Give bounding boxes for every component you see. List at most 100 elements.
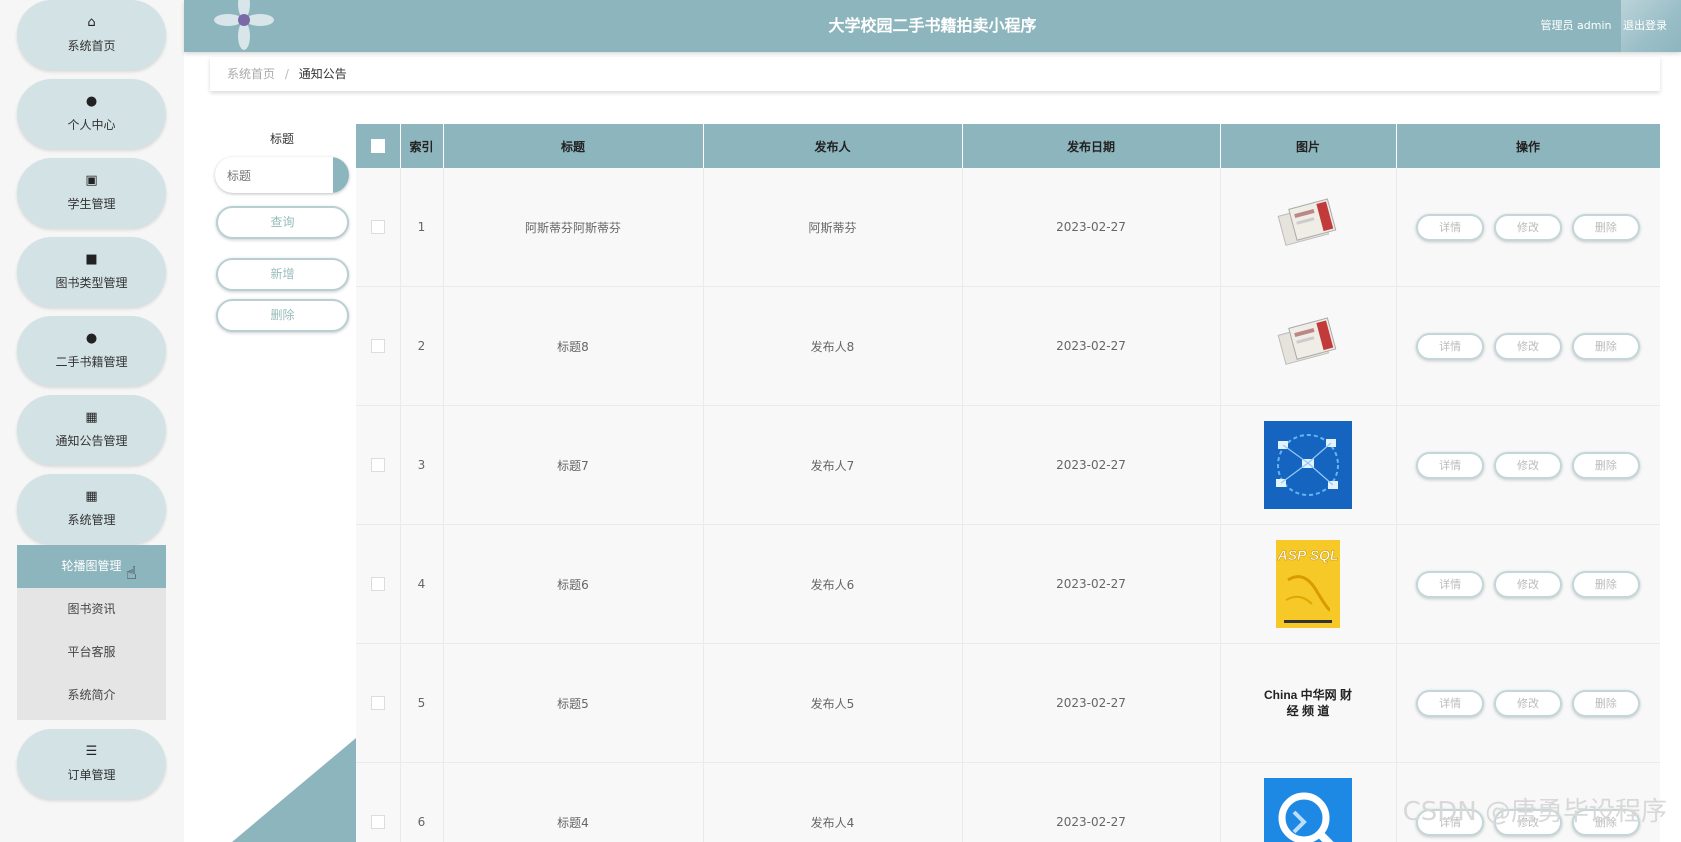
submenu-item-book-news[interactable]: 图书资讯	[17, 588, 166, 631]
delete-button[interactable]: 删除	[1571, 213, 1640, 241]
sidebar-item-second-hand-books[interactable]: ● 二手书籍管理	[17, 316, 166, 386]
detail-button[interactable]: 详情	[1416, 808, 1485, 836]
cell-publisher: 发布人6	[703, 524, 963, 644]
detail-button[interactable]: 详情	[1416, 451, 1485, 479]
row-checkbox[interactable]	[370, 458, 385, 473]
table-row: 2 标题8 发布人8 2023-02-27 详情 修改 删除	[356, 286, 1660, 406]
search-title-input[interactable]	[215, 157, 339, 193]
select-all-cell	[356, 124, 401, 168]
cell-date: 2023-02-27	[962, 286, 1221, 406]
sidebar-item-notices[interactable]: ▦ 通知公告管理	[17, 395, 166, 465]
breadcrumb-separator: /	[284, 67, 289, 81]
cell-title: 标题7	[443, 405, 704, 525]
video-icon: ■	[85, 252, 98, 267]
cell-publisher: 发布人5	[703, 643, 963, 763]
clipboard-icon: ▣	[85, 173, 98, 188]
breadcrumb-home-link[interactable]: 系统首页	[227, 67, 275, 81]
select-all-checkbox[interactable]	[370, 139, 385, 154]
delete-button[interactable]: 删除	[1571, 332, 1640, 360]
detail-button[interactable]: 详情	[1416, 570, 1485, 598]
cell-index: 3	[400, 405, 444, 525]
hand-cursor-icon: ☝	[126, 563, 137, 584]
table-row: 3 标题7 发布人7 2023-02-27 详情 修改 删除	[356, 405, 1660, 525]
delete-button[interactable]: 删除	[1571, 570, 1640, 598]
sidebar-item-label: 订单管理	[67, 768, 116, 782]
search-app-thumbnail	[1264, 778, 1352, 842]
search-title-label: 标题	[269, 132, 294, 146]
submenu-item-carousel[interactable]: 轮播图管理	[17, 545, 166, 588]
row-checkbox[interactable]	[370, 577, 385, 592]
search-input-accent	[333, 157, 349, 193]
table-row: 1 阿斯蒂芬阿斯蒂芬 阿斯蒂芬 2023-02-27 详情 修改 删除	[356, 168, 1660, 287]
cell-date: 2023-02-27	[962, 762, 1221, 842]
cell-publisher: 发布人4	[703, 762, 963, 842]
cell-index: 5	[400, 643, 444, 763]
book-cover-text: ASP SQL	[1277, 547, 1339, 563]
cell-publisher: 阿斯蒂芬	[703, 168, 963, 287]
cell-title: 标题4	[443, 762, 704, 842]
sidebar: ⌂ 系统首页 ● 个人中心 ▣ 学生管理 ■ 图书类型管理 ● 二手书籍管理 ▦…	[0, 0, 184, 842]
sidebar-item-label: 系统首页	[67, 39, 116, 53]
cell-date: 2023-02-27	[962, 405, 1221, 525]
cell-title: 标题8	[443, 286, 704, 406]
china-logo-thumbnail: China 中华网 财 经 频 道	[1264, 688, 1353, 718]
row-checkbox[interactable]	[370, 220, 385, 235]
sidebar-item-home[interactable]: ⌂ 系统首页	[17, 0, 166, 70]
edit-button[interactable]: 修改	[1494, 451, 1562, 479]
sidebar-item-orders[interactable]: ☰ 订单管理	[17, 729, 166, 799]
submenu-item-system-intro[interactable]: 系统简介	[17, 674, 166, 717]
grid-icon: ▦	[85, 489, 98, 504]
sidebar-item-book-types[interactable]: ■ 图书类型管理	[17, 237, 166, 307]
search-input-wrapper	[215, 157, 349, 193]
user-icon: ●	[85, 94, 98, 109]
detail-button[interactable]: 详情	[1416, 689, 1485, 717]
query-button[interactable]: 查询	[216, 206, 349, 239]
delete-button[interactable]: 删除	[1571, 689, 1640, 717]
add-button[interactable]: 新增	[216, 258, 349, 291]
network-thumbnail	[1264, 421, 1352, 509]
cell-index: 1	[400, 168, 444, 287]
column-header-actions: 操作	[1396, 124, 1660, 168]
row-checkbox[interactable]	[370, 339, 385, 354]
row-checkbox[interactable]	[370, 815, 385, 830]
asp-sql-book-thumbnail: ASP SQL	[1276, 540, 1340, 628]
edit-button[interactable]: 修改	[1494, 689, 1562, 717]
edit-button[interactable]: 修改	[1494, 570, 1562, 598]
sidebar-item-system[interactable]: ▦ 系统管理	[17, 474, 166, 544]
list-icon: ☰	[85, 744, 98, 759]
edit-button[interactable]: 修改	[1494, 213, 1562, 241]
cell-title: 标题6	[443, 524, 704, 644]
corner-decoration	[232, 738, 356, 842]
table-header-row: 索引 标题 发布人 发布日期 图片 操作	[356, 124, 1660, 168]
row-checkbox[interactable]	[370, 696, 385, 711]
table-row: 5 标题5 发布人5 2023-02-27 China 中华网 财 经 频 道 …	[356, 643, 1660, 763]
sidebar-item-label: 通知公告管理	[55, 434, 128, 448]
sidebar-item-personal-center[interactable]: ● 个人中心	[17, 79, 166, 149]
books-thumbnail	[1277, 317, 1337, 365]
breadcrumb-current: 通知公告	[298, 67, 347, 81]
detail-button[interactable]: 详情	[1416, 332, 1485, 360]
detail-button[interactable]: 详情	[1416, 213, 1485, 241]
column-header-title: 标题	[443, 124, 704, 168]
delete-button[interactable]: 删除	[1571, 451, 1640, 479]
submenu-item-customer-service[interactable]: 平台客服	[17, 631, 166, 674]
sidebar-item-students[interactable]: ▣ 学生管理	[17, 158, 166, 228]
cell-publisher: 发布人8	[703, 286, 963, 406]
edit-button[interactable]: 修改	[1494, 332, 1562, 360]
batch-delete-button[interactable]: 删除	[216, 299, 349, 332]
sidebar-item-label: 系统管理	[67, 513, 116, 527]
cell-date: 2023-02-27	[962, 524, 1221, 644]
delete-button[interactable]: 删除	[1571, 808, 1640, 836]
cell-index: 2	[400, 286, 444, 406]
notice-table: 索引 标题 发布人 发布日期 图片 操作 1 阿斯蒂芬阿斯蒂芬 阿斯蒂芬 202…	[356, 124, 1660, 842]
logout-link[interactable]: 退出登录	[1623, 19, 1667, 32]
header-user-area: 管理员 admin 退出登录	[1533, 0, 1667, 52]
top-header: 大学校园二手书籍拍卖小程序 管理员 admin 退出登录	[184, 0, 1681, 52]
edit-button[interactable]: 修改	[1494, 808, 1562, 836]
column-header-image: 图片	[1220, 124, 1397, 168]
cell-date: 2023-02-27	[962, 643, 1221, 763]
user-icon: ●	[85, 331, 98, 346]
table-row: 6 标题4 发布人4 2023-02-27 详情 修改 删除	[356, 762, 1660, 842]
cell-date: 2023-02-27	[962, 168, 1221, 287]
home-icon: ⌂	[87, 15, 96, 30]
